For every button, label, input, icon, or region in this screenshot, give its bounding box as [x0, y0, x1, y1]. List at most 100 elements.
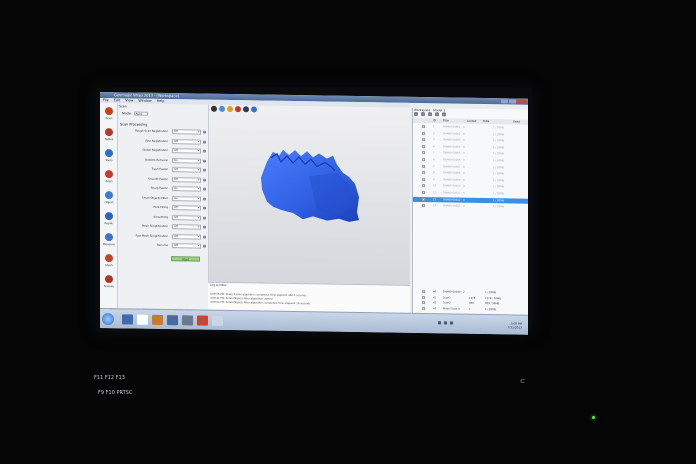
visibility-checkbox[interactable] [422, 306, 425, 310]
visibility-checkbox[interactable] [422, 184, 425, 188]
tray-volume-icon[interactable] [444, 321, 447, 325]
3d-viewport[interactable] [208, 104, 411, 285]
option-info-icon[interactable] [203, 225, 206, 229]
photo-stage: { "window": { "title": "Geomagic Wrap 20… [0, 0, 696, 464]
close-button[interactable] [517, 99, 526, 104]
tool-measure[interactable]: Measure [101, 232, 117, 248]
visibility-checkbox[interactable] [422, 125, 425, 129]
row-total: 1 / 20MB [493, 165, 505, 169]
tool-repair[interactable]: Repair [101, 211, 117, 227]
mesh-model[interactable] [209, 105, 411, 285]
visibility-checkbox[interactable] [422, 191, 425, 195]
row-title: SNAN0-00012 - 0 [443, 197, 465, 202]
mode-label: Mode: [122, 111, 132, 116]
monitor-screen: Geomagic Wrap 2013 - [Workspace] File Ed… [100, 92, 528, 335]
open-icon[interactable] [421, 112, 425, 117]
visibility-checkbox[interactable] [422, 144, 425, 148]
option-dropdown[interactable]: Off [172, 167, 201, 173]
option-dropdown[interactable]: Off [172, 224, 201, 230]
option-info-icon[interactable] [203, 244, 206, 248]
option-info-icon[interactable] [203, 149, 206, 153]
taskbar-app-icon[interactable] [212, 315, 223, 326]
tray-flag-icon[interactable] [450, 321, 453, 325]
visibility-checkbox[interactable] [422, 197, 425, 201]
option-dropdown[interactable]: Off [172, 233, 201, 240]
taskbar-app-icon[interactable] [167, 315, 178, 326]
taskbar-app-icon[interactable] [152, 314, 163, 325]
option-info-icon[interactable] [203, 130, 206, 134]
option-dropdown[interactable]: Off [172, 243, 201, 249]
tool-tools[interactable]: Tools [101, 148, 117, 164]
row-total: 1 / 20MB [493, 198, 505, 202]
option-info-icon[interactable] [203, 159, 206, 163]
taskbar-app-icon[interactable] [197, 315, 208, 326]
row-locked: 1 [469, 307, 471, 311]
row-id: 40 [433, 290, 437, 294]
filter-icon[interactable] [442, 112, 446, 117]
minimize-button[interactable] [501, 99, 508, 104]
tool-label: Mesh [105, 263, 113, 268]
align-icon [105, 170, 113, 179]
row-id: 1 [433, 125, 435, 129]
option-dropdown[interactable]: Off [172, 214, 201, 221]
start-button[interactable]: Start [171, 256, 200, 262]
start-orb-icon[interactable] [102, 313, 114, 326]
option-dropdown[interactable]: On [172, 157, 201, 164]
new-icon[interactable] [414, 111, 418, 116]
workspace-row[interactable]: 13 SNAN0-00013 - 0 1 / 20MB [413, 203, 528, 210]
option-row: Fine Registration Off [118, 138, 208, 145]
visibility-checkbox[interactable] [422, 151, 425, 155]
taskbar-app-icon[interactable] [182, 315, 193, 326]
taskbar-app-icon[interactable] [122, 314, 133, 325]
visibility-checkbox[interactable] [422, 138, 425, 142]
tool-scan[interactable]: Scan [101, 106, 117, 122]
visibility-checkbox[interactable] [422, 295, 425, 299]
visibility-checkbox[interactable] [422, 171, 425, 175]
visibility-checkbox[interactable] [422, 177, 425, 181]
option-info-icon[interactable] [203, 197, 206, 201]
option-info-icon[interactable] [203, 140, 206, 144]
option-dropdown[interactable]: Off [172, 205, 201, 211]
visibility-checkbox[interactable] [422, 164, 425, 168]
visibility-checkbox[interactable] [422, 131, 425, 135]
tray-network-icon[interactable] [438, 321, 441, 325]
maximize-button[interactable] [509, 99, 516, 104]
option-dropdown[interactable]: Off [172, 176, 201, 183]
option-dropdown[interactable]: Off [172, 138, 201, 145]
workspace-row[interactable]: 43 Model Scan 0 1 1 / 20MB [413, 306, 528, 313]
tool-tables[interactable]: Tables [101, 127, 117, 143]
option-label: Rough Scan Registration [135, 128, 168, 134]
tool-mesh[interactable]: Mesh [101, 253, 117, 269]
option-info-icon[interactable] [203, 216, 206, 220]
delete-icon[interactable] [428, 112, 432, 117]
row-id: 3 [433, 138, 435, 142]
tool-align[interactable]: Align [101, 169, 117, 185]
option-dropdown[interactable]: Off [172, 129, 201, 135]
option-info-icon[interactable] [203, 178, 206, 182]
option-label: Outliers Removal [144, 157, 168, 162]
option-row: Rough Scan Registration Off [118, 128, 208, 135]
option-info-icon[interactable] [203, 206, 206, 210]
visibility-checkbox[interactable] [422, 290, 425, 294]
taskbar-app-icon[interactable] [137, 314, 148, 325]
scan-icon [105, 107, 113, 116]
tool-feature[interactable]: Feature [101, 274, 117, 290]
option-dropdown[interactable]: On [172, 186, 201, 192]
taskbar-clock[interactable]: 3:09 PM 7/31/2013 [508, 321, 522, 329]
row-id: 5 [433, 151, 435, 155]
tool-object[interactable]: Object [101, 190, 117, 206]
option-info-icon[interactable] [203, 235, 206, 239]
settings-icon[interactable] [435, 112, 439, 117]
option-info-icon[interactable] [203, 187, 206, 191]
visibility-checkbox[interactable] [422, 158, 425, 162]
row-id: 2 [433, 131, 435, 135]
row-locked: 839 [469, 301, 474, 306]
option-info-icon[interactable] [203, 168, 206, 172]
section-heading: Scan Processing [120, 122, 148, 127]
option-dropdown[interactable]: On [172, 195, 201, 202]
option-dropdown[interactable]: Off [172, 148, 201, 154]
visibility-checkbox[interactable] [422, 204, 425, 208]
tool-label: Scan [105, 116, 113, 121]
visibility-checkbox[interactable] [422, 301, 425, 305]
mode-dropdown[interactable]: Auto [133, 111, 148, 116]
